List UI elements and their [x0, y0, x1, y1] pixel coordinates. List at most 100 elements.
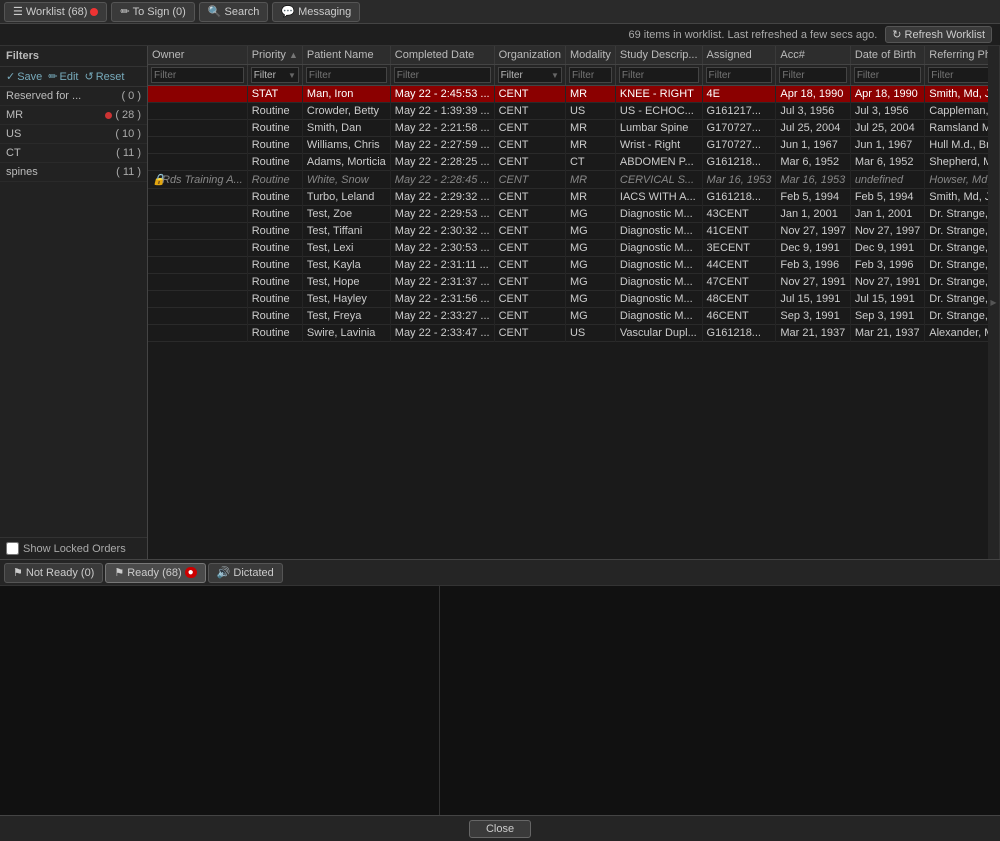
filter-assigned-input[interactable] [707, 70, 772, 81]
cell-owner [148, 325, 247, 342]
search-button[interactable]: 🔍 Search [199, 2, 269, 22]
close-button[interactable]: Close [469, 820, 531, 838]
filter-study-input[interactable] [620, 70, 698, 81]
cell-acc: Jul 15, 1991 [776, 291, 850, 308]
not-ready-tab[interactable]: ⚑ Not Ready (0) [4, 563, 103, 583]
reset-filter-button[interactable]: ↺ Reset [84, 70, 124, 83]
save-label: Save [17, 71, 42, 83]
filter-owner-input[interactable] [152, 70, 243, 81]
cell-referring: Hull M.d., Bren... [925, 137, 988, 154]
col-study[interactable]: Study Descrip... [615, 46, 702, 65]
col-assigned[interactable]: Assigned [702, 46, 776, 65]
expand-handle[interactable] [988, 46, 1000, 559]
table-row[interactable]: Routine Test, Kayla May 22 - 2:31:11 ...… [148, 257, 988, 274]
filter-modality-input[interactable] [570, 70, 611, 81]
worklist-button[interactable]: ☰ Worklist (68) [4, 2, 107, 22]
filter-acc [776, 65, 850, 86]
cell-owner [148, 154, 247, 171]
cell-dob: Feb 3, 1996 [850, 257, 924, 274]
filter-item[interactable]: US ( 10 ) [0, 125, 147, 144]
cell-org: CENT [494, 325, 565, 342]
col-priority[interactable]: Priority ▲ [247, 46, 302, 65]
cell-assigned: G170727... [702, 137, 776, 154]
to-sign-label: To Sign (0) [133, 6, 186, 18]
edit-filter-button[interactable]: ✏ Edit [48, 70, 78, 83]
filter-item[interactable]: CT ( 11 ) [0, 144, 147, 163]
filter-dob-input[interactable] [855, 70, 920, 81]
cell-acc: Feb 5, 1994 [776, 189, 850, 206]
cell-completed: May 22 - 2:21:58 ... [390, 120, 494, 137]
cell-study: US - ECHOC... [615, 103, 702, 120]
save-filter-button[interactable]: ✓ Save [6, 70, 42, 83]
lock-icon: 🔒 [152, 173, 162, 185]
show-locked-orders[interactable]: Show Locked Orders [0, 537, 147, 559]
cell-modality: MR [565, 86, 615, 103]
dictated-tab[interactable]: 🔊 Dictated [208, 563, 283, 583]
cell-acc: Jun 1, 1967 [776, 137, 850, 154]
table-row[interactable]: Routine Test, Tiffani May 22 - 2:30:32 .… [148, 223, 988, 240]
filter-item[interactable]: Reserved for ... ( 0 ) [0, 87, 147, 106]
col-acc[interactable]: Acc# [776, 46, 850, 65]
table-row[interactable]: Routine Test, Lexi May 22 - 2:30:53 ... … [148, 240, 988, 257]
edit-label: Edit [60, 71, 79, 83]
col-dob[interactable]: Date of Birth [850, 46, 924, 65]
cell-referring: Ramsland M.d.... [925, 120, 988, 137]
table-row[interactable]: Routine Smith, Dan May 22 - 2:21:58 ... … [148, 120, 988, 137]
ready-tab[interactable]: ⚑ Ready (68) ● [105, 563, 205, 583]
filter-completed-input[interactable] [395, 70, 490, 81]
cell-assigned: Mar 16, 1953 [702, 171, 776, 189]
cell-referring: Dr. Strange,... [925, 206, 988, 223]
col-completed[interactable]: Completed Date [390, 46, 494, 65]
col-org[interactable]: Organization [494, 46, 565, 65]
dictated-label: Dictated [233, 567, 273, 579]
filter-items: Reserved for ... ( 0 ) MR ( 28 ) US ( 10… [0, 87, 147, 182]
filter-referring-input[interactable] [929, 70, 988, 81]
table-row[interactable]: Routine Adams, Morticia May 22 - 2:28:25… [148, 154, 988, 171]
table-row[interactable]: Routine Crowder, Betty May 22 - 1:39:39 … [148, 103, 988, 120]
cell-priority: Routine [247, 240, 302, 257]
cell-acc: Jul 25, 2004 [776, 120, 850, 137]
table-row[interactable]: Routine Test, Hope May 22 - 2:31:37 ... … [148, 274, 988, 291]
filter-priority-dropdown[interactable]: Filter ▼ [251, 67, 299, 83]
cell-referring: Cappleman, Tr... [925, 103, 988, 120]
filter-acc-input[interactable] [780, 70, 845, 81]
table-row[interactable]: Routine Test, Freya May 22 - 2:33:27 ...… [148, 308, 988, 325]
status-info: 69 items in worklist. Last refreshed a f… [628, 29, 877, 41]
table-row[interactable]: Routine Turbo, Leland May 22 - 2:29:32 .… [148, 189, 988, 206]
cell-priority: Routine [247, 137, 302, 154]
show-locked-checkbox[interactable] [6, 542, 19, 555]
filter-org: Filter ▼ [494, 65, 565, 86]
table-row[interactable]: Routine Test, Zoe May 22 - 2:29:53 ... C… [148, 206, 988, 223]
filter-item-count: ( 11 ) [116, 166, 141, 178]
cell-completed: May 22 - 2:45:53 ... [390, 86, 494, 103]
table-row[interactable]: Routine Test, Hayley May 22 - 2:31:56 ..… [148, 291, 988, 308]
col-referring[interactable]: Referring Phys... [925, 46, 988, 65]
col-modality[interactable]: Modality [565, 46, 615, 65]
table-row[interactable]: STAT Man, Iron May 22 - 2:45:53 ... CENT… [148, 86, 988, 103]
filter-item[interactable]: spines ( 11 ) [0, 163, 147, 182]
col-patient[interactable]: Patient Name [302, 46, 390, 65]
cell-patient: White, Snow [302, 171, 390, 189]
filter-org-dropdown[interactable]: Filter ▼ [498, 67, 562, 83]
cell-org: CENT [494, 137, 565, 154]
table-row[interactable]: Routine Williams, Chris May 22 - 2:27:59… [148, 137, 988, 154]
cell-priority: Routine [247, 274, 302, 291]
cell-referring: Smith, Md, Joh... [925, 189, 988, 206]
col-owner[interactable]: Owner [148, 46, 247, 65]
cell-org: CENT [494, 120, 565, 137]
to-sign-button[interactable]: ✏ To Sign (0) [111, 2, 194, 22]
cell-acc: Nov 27, 1991 [776, 274, 850, 291]
table-row[interactable]: Routine Swire, Lavinia May 22 - 2:33:47 … [148, 325, 988, 342]
cell-modality: MR [565, 189, 615, 206]
cell-assigned: 46CENT [702, 308, 776, 325]
messaging-button[interactable]: 💬 Messaging [272, 2, 360, 22]
worklist-dot [90, 8, 98, 16]
cell-org: CENT [494, 206, 565, 223]
table-row[interactable]: 🔒Rds Training A... Routine White, Snow M… [148, 171, 988, 189]
refresh-button[interactable]: ↻ Refresh Worklist [885, 26, 992, 43]
filter-patient-input[interactable] [307, 70, 386, 81]
worklist-table[interactable]: Owner Priority ▲ Patient Name Completed … [148, 46, 988, 559]
cell-dob: Jul 3, 1956 [850, 103, 924, 120]
cell-org: CENT [494, 240, 565, 257]
filter-item[interactable]: MR ( 28 ) [0, 106, 147, 125]
